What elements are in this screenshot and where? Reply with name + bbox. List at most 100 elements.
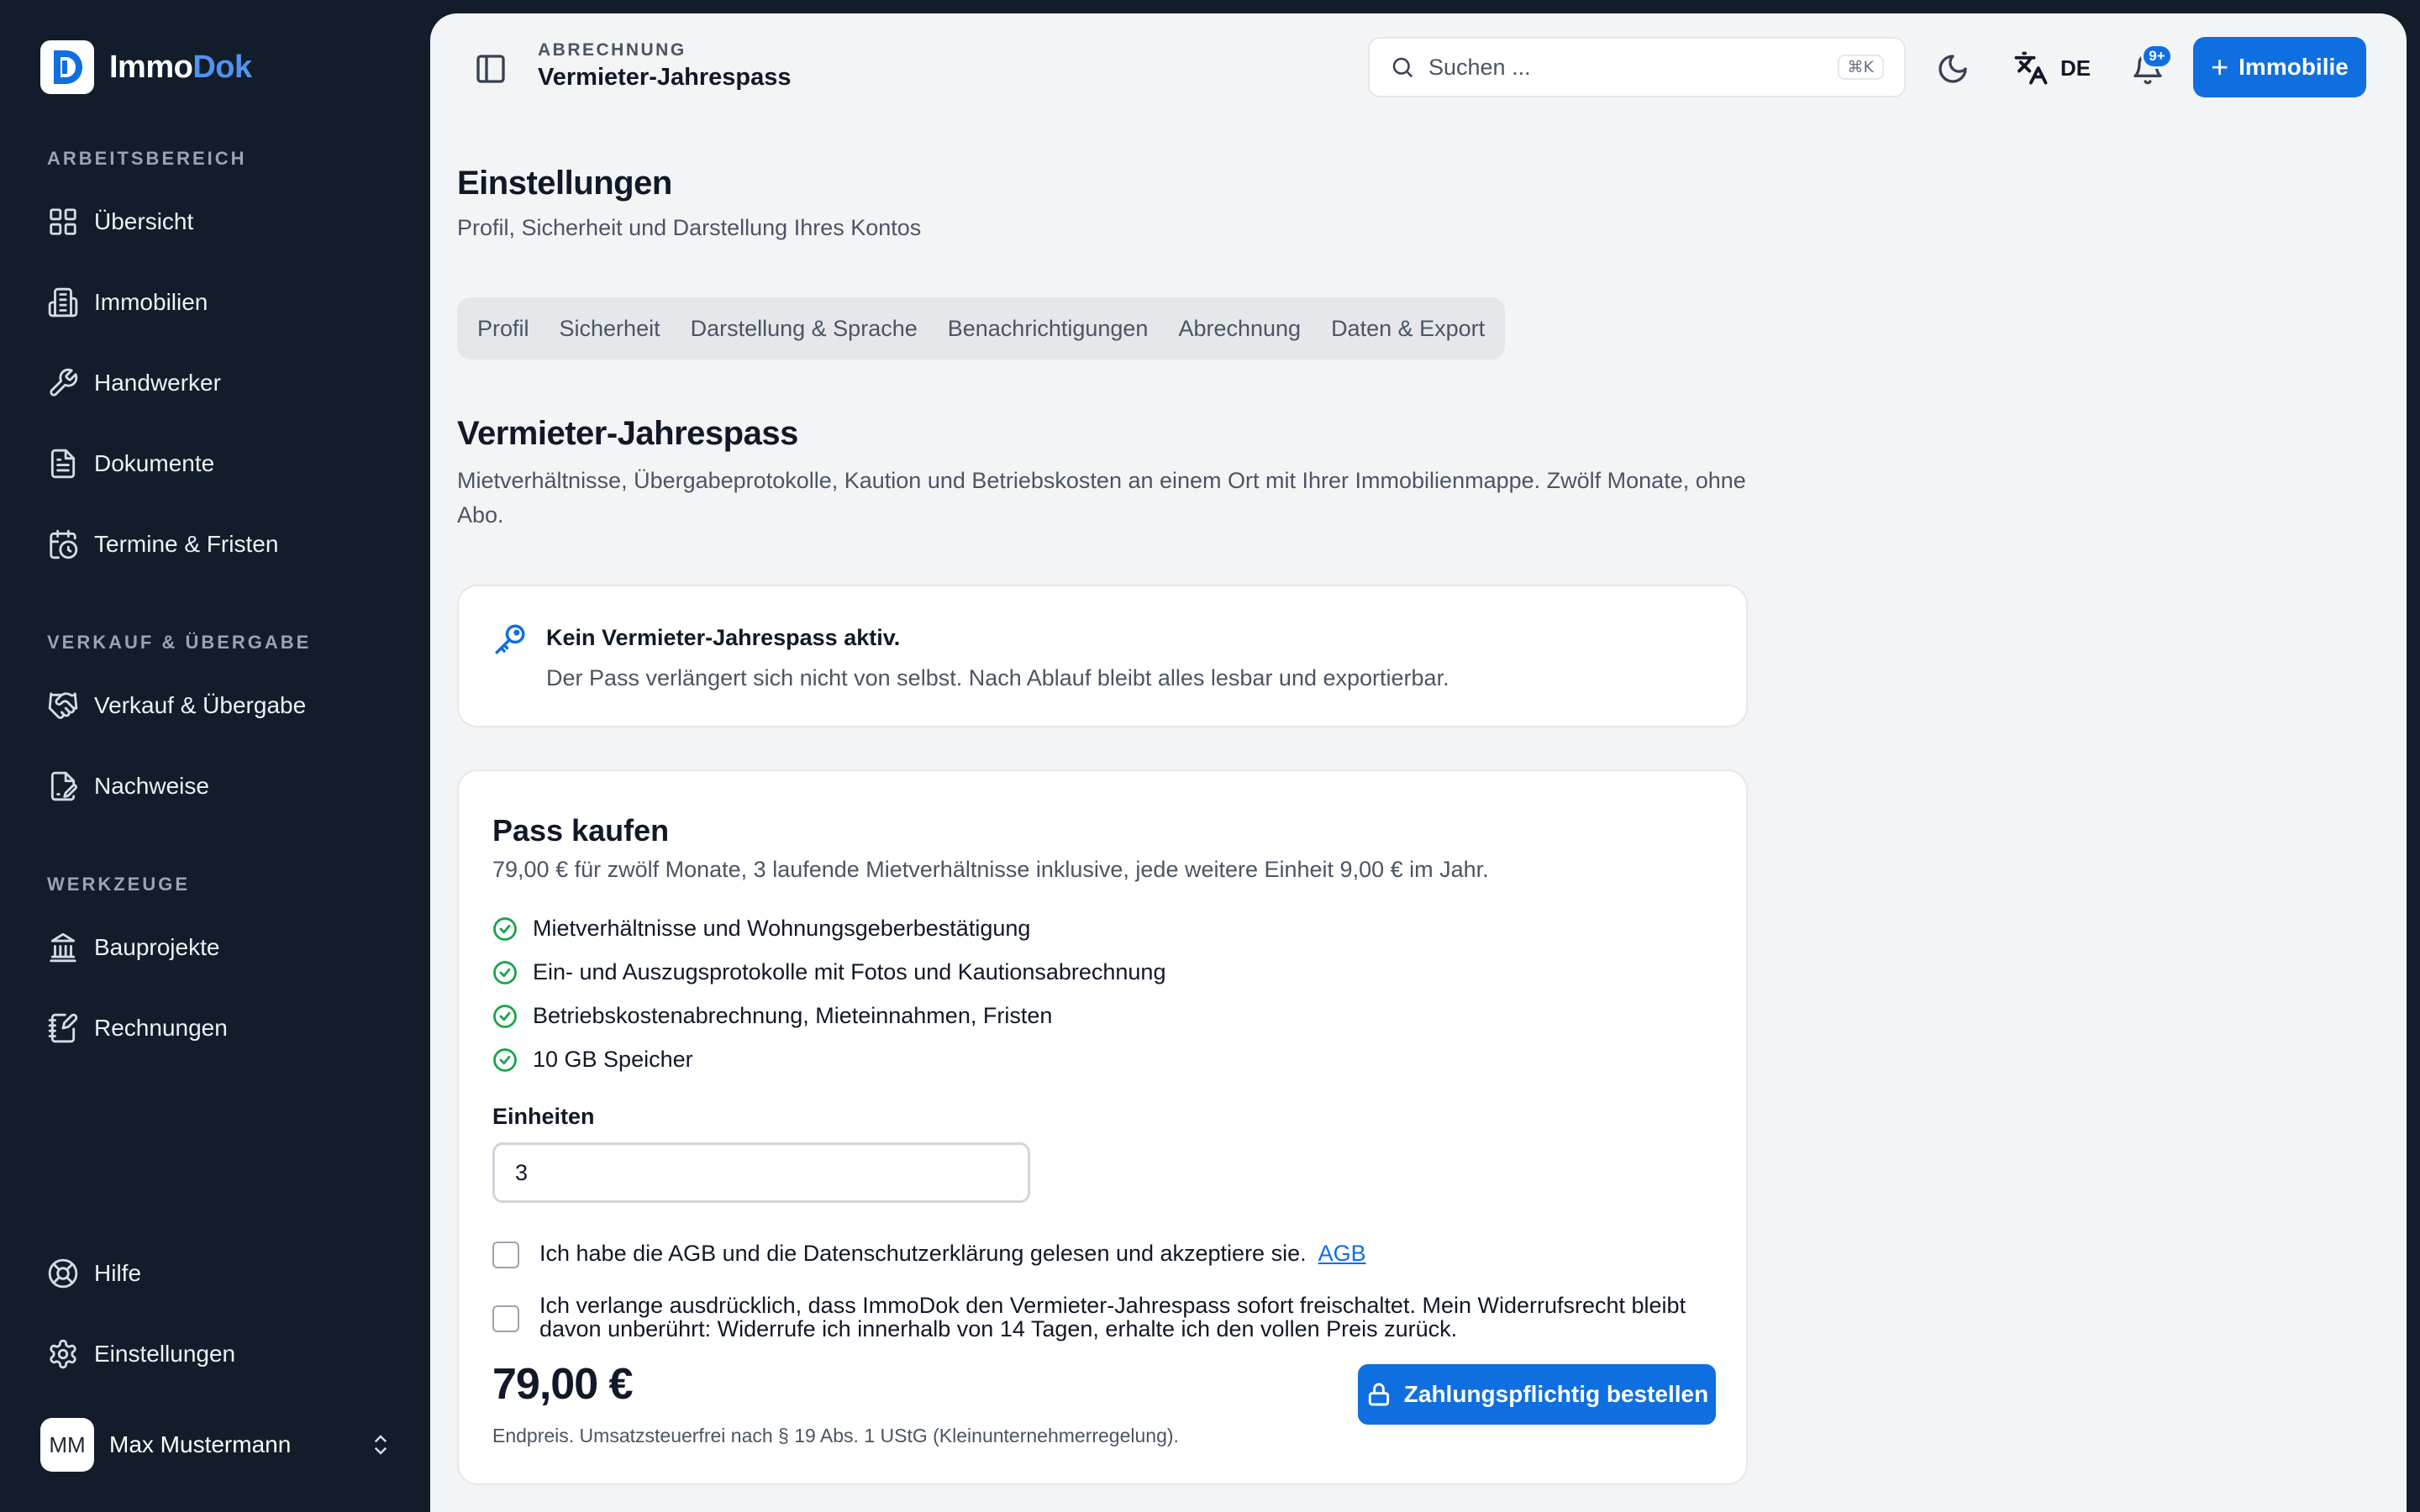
price: 79,00 € xyxy=(492,1360,633,1409)
user-menu[interactable]: MM Max Mustermann xyxy=(40,1418,393,1472)
translate-icon xyxy=(2014,51,2048,85)
sidebar-item-handwerker[interactable]: Handwerker xyxy=(47,361,221,405)
sidebar-item-bauprojekte[interactable]: Bauprojekte xyxy=(47,926,219,969)
sidebar-item-label: Einstellungen xyxy=(94,1341,236,1367)
units-input[interactable] xyxy=(492,1142,1030,1203)
sidebar: ImmoDok ARBEITSBEREICH Übersicht Immobil… xyxy=(0,0,430,1512)
header-title: Vermieter-Jahrespass xyxy=(538,64,792,91)
sidebar-item-label: Übersicht xyxy=(94,208,194,234)
moon-icon xyxy=(1939,55,1967,83)
feature-item: Betriebskostenabrechnung, Mieteinnahmen,… xyxy=(492,1003,1052,1029)
check-circle-icon xyxy=(493,1004,517,1028)
order-button[interactable]: Zahlungspflichtig bestellen xyxy=(1358,1364,1716,1425)
main-panel: ABRECHNUNG Vermieter-Jahrespass ⌘K DE 9+… xyxy=(430,13,2407,1512)
user-name: Max Mustermann xyxy=(109,1431,292,1457)
sidebar-toggle-button[interactable] xyxy=(474,52,508,86)
sidebar-item-rechnungen[interactable]: Rechnungen xyxy=(47,1006,228,1050)
add-property-button[interactable]: + Immobilie xyxy=(2193,37,2366,97)
feature-item: 10 GB Speicher xyxy=(492,1047,693,1073)
sidebar-item-label: Hilfe xyxy=(94,1260,142,1286)
lock-icon xyxy=(1368,1383,1389,1406)
sidebar-item-label: Immobilien xyxy=(94,289,208,315)
search-icon xyxy=(1392,57,1413,78)
status-text: Der Pass verlängert sich nicht von selbs… xyxy=(546,665,1449,690)
sidebar-item-hilfe[interactable]: Hilfe xyxy=(47,1252,141,1295)
tab-abrechnung[interactable]: Abrechnung xyxy=(1168,297,1311,360)
sidebar-item-label: Bauprojekte xyxy=(94,934,220,960)
panel-left-icon xyxy=(476,55,505,83)
purchase-title: Pass kaufen xyxy=(492,813,670,848)
tab-daten-export[interactable]: Daten & Export xyxy=(1321,297,1495,360)
handshake-icon xyxy=(48,692,78,719)
sidebar-item-label: Verkauf & Übergabe xyxy=(94,692,307,718)
brand[interactable]: ImmoDok xyxy=(40,40,252,94)
sidebar-item-label: Dokumente xyxy=(94,450,215,476)
terms-checkbox[interactable] xyxy=(492,1242,519,1268)
sidebar-item-verkauf-uebergabe[interactable]: Verkauf & Übergabe xyxy=(47,684,306,727)
withdrawal-consent-label: Ich verlange ausdrücklich, dass ImmoDok … xyxy=(539,1293,1686,1341)
feature-item: Mietverhältnisse und Wohnungsgeberbestät… xyxy=(492,916,1030,942)
units-label: Einheiten xyxy=(492,1104,595,1129)
top-bar: ABRECHNUNG Vermieter-Jahrespass ⌘K DE 9+… xyxy=(430,13,2407,123)
document-icon xyxy=(50,449,76,479)
chevrons-up-down-icon xyxy=(374,1435,387,1455)
price-note: Endpreis. Umsatzsteuerfrei nach § 19 Abs… xyxy=(492,1425,1179,1446)
check-circle-icon xyxy=(493,960,517,984)
notification-badge: 9+ xyxy=(2141,44,2173,69)
section-title: Vermieter-Jahrespass xyxy=(457,415,798,452)
settings-tabs: Profil Sicherheit Darstellung & Sprache … xyxy=(457,297,1506,360)
search-box[interactable]: ⌘K xyxy=(1368,37,1906,97)
sidebar-item-label: Nachweise xyxy=(94,773,209,799)
sidebar-item-nachweise[interactable]: Nachweise xyxy=(47,764,209,808)
wrench-icon xyxy=(50,368,78,396)
landmark-icon xyxy=(50,932,76,963)
sidebar-section-werkzeuge: WERKZEUGE xyxy=(47,874,190,895)
sidebar-item-termine-fristen[interactable]: Termine & Fristen xyxy=(47,522,278,566)
terms-consent-label: Ich habe die AGB und die Datenschutzerkl… xyxy=(539,1241,1307,1266)
feature-item: Ein- und Auszugsprotokolle mit Fotos und… xyxy=(492,959,1165,985)
key-icon xyxy=(492,622,528,657)
breadcrumb: ABRECHNUNG xyxy=(538,40,687,60)
sidebar-item-einstellungen[interactable]: Einstellungen xyxy=(47,1332,235,1376)
language-code: DE xyxy=(2060,55,2091,81)
tab-sicherheit[interactable]: Sicherheit xyxy=(550,297,671,360)
tab-profil[interactable]: Profil xyxy=(467,297,539,360)
section-description: Mietverhältnisse, Übergabeprotokolle, Ka… xyxy=(457,468,1746,528)
building-icon xyxy=(48,287,78,318)
purchase-card: Pass kaufen 79,00 € für zwölf Monate, 3 … xyxy=(457,769,1748,1485)
tab-darstellung-sprache[interactable]: Darstellung & Sprache xyxy=(681,297,928,360)
page-subtitle: Profil, Sicherheit und Darstellung Ihres… xyxy=(457,215,922,240)
search-shortcut: ⌘K xyxy=(1837,55,1884,80)
grid-icon xyxy=(50,208,76,235)
sidebar-item-label: Rechnungen xyxy=(94,1015,228,1041)
avatar: MM xyxy=(40,1418,94,1472)
terms-link[interactable]: AGB xyxy=(1318,1241,1366,1266)
sidebar-item-label: Handwerker xyxy=(94,370,221,396)
theme-toggle-button[interactable] xyxy=(1936,52,1970,86)
check-circle-icon xyxy=(493,916,517,941)
sidebar-section-arbeitsbereich: ARBEITSBEREICH xyxy=(47,148,247,169)
calendar-clock-icon xyxy=(50,529,78,559)
terms-consent: Ich habe die AGB und die Datenschutzerkl… xyxy=(492,1242,1699,1268)
sidebar-item-dokumente[interactable]: Dokumente xyxy=(47,442,214,486)
sidebar-item-label: Termine & Fristen xyxy=(94,531,279,557)
brand-name: ImmoDok xyxy=(109,49,252,85)
lifebuoy-icon xyxy=(48,1258,78,1289)
immodok-logo-icon xyxy=(40,40,94,94)
tab-benachrichtigungen[interactable]: Benachrichtigungen xyxy=(938,297,1159,360)
check-circle-icon xyxy=(493,1047,517,1072)
file-signature-icon xyxy=(50,771,77,801)
withdrawal-checkbox[interactable] xyxy=(492,1305,519,1332)
sidebar-item-uebersicht[interactable]: Übersicht xyxy=(47,200,193,244)
withdrawal-consent: Ich verlange ausdrücklich, dass ImmoDok … xyxy=(492,1294,1699,1341)
plus-icon: + xyxy=(2211,50,2229,84)
sidebar-item-immobilien[interactable]: Immobilien xyxy=(47,281,208,324)
pass-status-card: Kein Vermieter-Jahrespass aktiv. Der Pas… xyxy=(457,585,1748,727)
language-switcher[interactable]: DE xyxy=(2013,50,2091,86)
receipt-icon xyxy=(48,1013,78,1043)
purchase-subtitle: 79,00 € für zwölf Monate, 3 laufende Mie… xyxy=(492,857,1489,882)
search-input[interactable] xyxy=(1428,54,1838,81)
gear-icon xyxy=(50,1339,76,1369)
page-title: Einstellungen xyxy=(457,165,672,202)
sidebar-section-verkauf: VERKAUF & ÜBERGABE xyxy=(47,632,312,653)
